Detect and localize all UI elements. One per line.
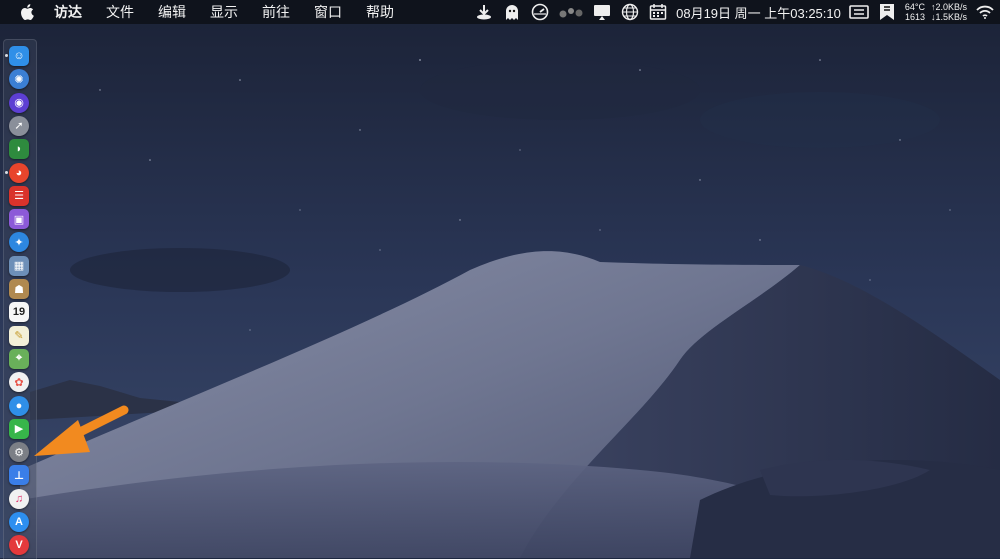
menu-edit[interactable]: 编辑: [146, 0, 198, 24]
upload-speed: ↑2.0KB/s: [930, 2, 967, 12]
status-area: 08月19日 周一 上午03:25:10 64°C ↑2.0KB/s 1613 ↓1…: [470, 0, 1000, 24]
music-icon[interactable]: ♫: [9, 488, 29, 509]
menu-app-name[interactable]: 访达: [44, 0, 94, 24]
maps-icon[interactable]: ⌖: [9, 348, 29, 369]
android-icon[interactable]: ◗: [9, 139, 29, 160]
apple-icon[interactable]: [10, 4, 44, 20]
cpu-temperature: 64°C: [904, 2, 925, 12]
preview-icon[interactable]: ▦: [9, 255, 29, 276]
color-wheel-icon[interactable]: ◕: [9, 162, 29, 183]
clock[interactable]: 08月19日 周一 上午03:25:10: [676, 3, 841, 22]
contacts-icon[interactable]: ☗: [9, 279, 29, 299]
dots-icon[interactable]: [557, 2, 585, 22]
app-store-icon[interactable]: A: [9, 512, 29, 532]
red-app-icon[interactable]: ☰: [9, 185, 29, 206]
download-icon[interactable]: [473, 2, 495, 22]
menu-bar: 访达 文件 编辑 显示 前往 窗口 帮助 08月19日 周一 上午03:25:1…: [0, 0, 1000, 24]
safari-icon[interactable]: ✦: [9, 232, 29, 253]
menu-help[interactable]: 帮助: [354, 0, 406, 24]
mojave-dunes-night-image: [0, 0, 1000, 558]
ghost-icon[interactable]: [501, 2, 523, 22]
menu-go[interactable]: 前往: [250, 0, 302, 24]
menu-file[interactable]: 文件: [94, 0, 146, 24]
desktop-wallpaper: [0, 0, 1000, 558]
running-indicator: [5, 170, 8, 174]
running-indicator: [5, 54, 8, 57]
compass-icon[interactable]: ✺: [9, 69, 29, 90]
system-stats[interactable]: 64°C ↑2.0KB/s 1613 ↓1.5KB/s: [905, 2, 967, 22]
launchpad-icon[interactable]: ➚: [9, 115, 29, 136]
menu-view[interactable]: 显示: [198, 0, 250, 24]
messages-icon[interactable]: ●: [9, 395, 29, 416]
siri-icon[interactable]: ◉: [9, 92, 29, 113]
input-method-icon[interactable]: [848, 2, 870, 22]
vivaldi-icon[interactable]: V: [9, 535, 29, 556]
purple-app-icon[interactable]: ▣: [9, 209, 29, 230]
app-icon[interactable]: [876, 2, 898, 22]
keynote-icon[interactable]: ⊥: [9, 465, 29, 486]
globe-icon[interactable]: [619, 2, 641, 22]
facetime-icon[interactable]: ▶: [9, 418, 29, 439]
calendar-icon[interactable]: 19: [9, 302, 29, 323]
menu-window[interactable]: 窗口: [302, 0, 354, 24]
display-icon[interactable]: [591, 2, 613, 22]
notes-icon[interactable]: ✎: [9, 325, 29, 346]
fan-speed: 1613: [904, 12, 925, 22]
calendar-icon[interactable]: [647, 2, 669, 22]
wifi-icon[interactable]: [974, 2, 996, 22]
system-preferences-icon[interactable]: ⚙: [9, 442, 29, 463]
dock: ☺ ✺ ◉ ➚ ◗ ◕ ☰ ▣ ✦ ▦ ☗ 19 ✎ ⌖ ✿ ● ▶ ⚙ ⊥ ♫ A V: [3, 39, 37, 559]
finder-icon[interactable]: ☺: [9, 46, 29, 66]
speedometer-icon[interactable]: [529, 2, 551, 22]
photos-icon[interactable]: ✿: [9, 372, 29, 393]
download-speed: ↓1.5KB/s: [930, 12, 967, 22]
